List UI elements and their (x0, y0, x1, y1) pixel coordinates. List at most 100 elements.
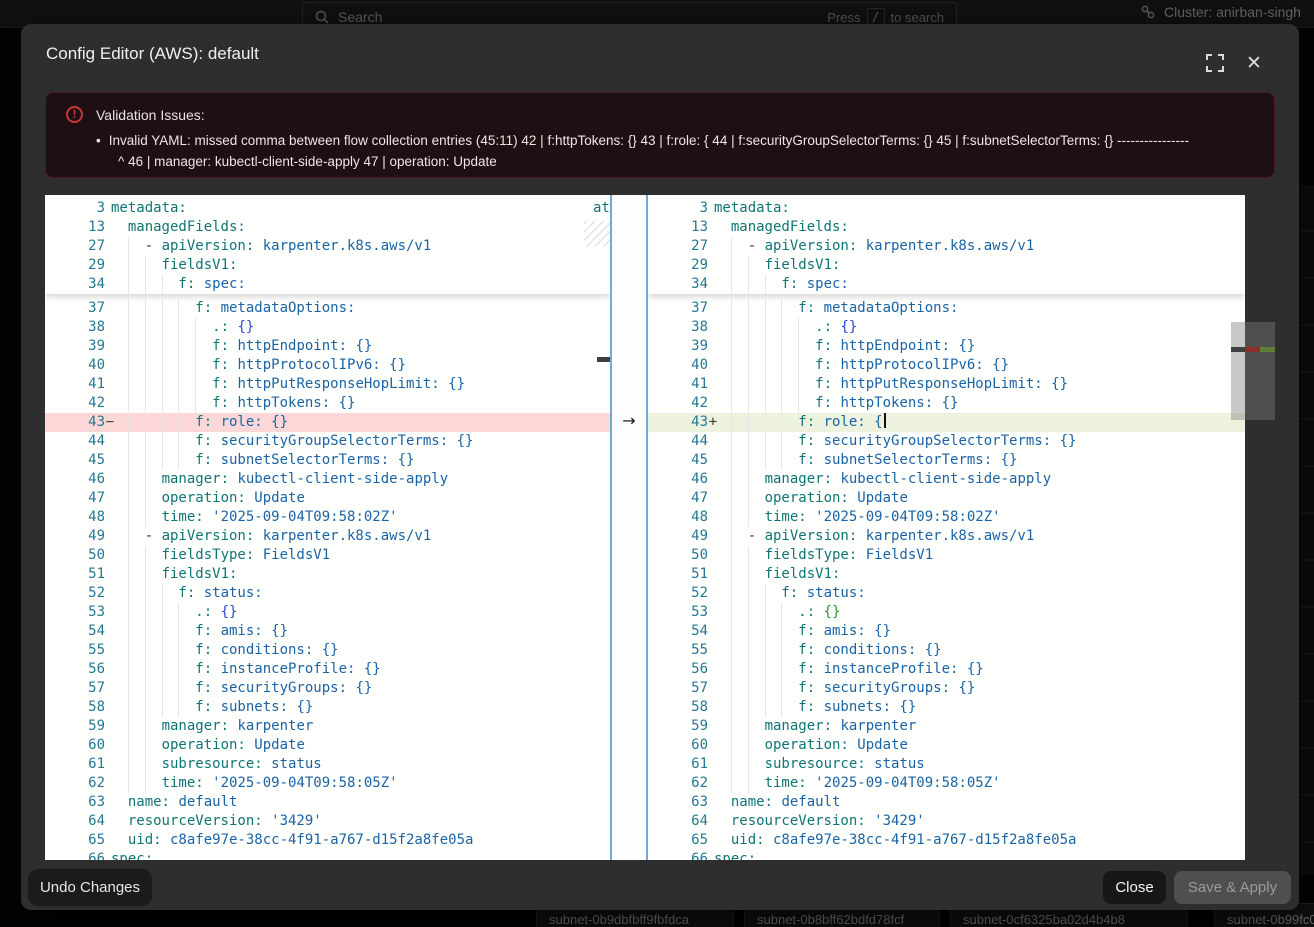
line-number[interactable]: 45 (45, 451, 111, 470)
line-number[interactable]: 39 (45, 337, 111, 356)
line-number[interactable]: 62 (45, 774, 111, 793)
code-line[interactable]: 49- apiVersion: karpenter.k8s.aws/v1 (648, 527, 1245, 546)
sticky-scroll-header[interactable]: 3metadata:13managedFields:27- apiVersion… (648, 199, 1245, 294)
code-line[interactable]: 55f: conditions: {} (45, 641, 610, 660)
line-number[interactable]: 61 (648, 755, 714, 774)
line-number[interactable]: 49 (648, 527, 714, 546)
code-line[interactable]: 52f: status: (45, 584, 610, 603)
line-number[interactable]: 40 (648, 356, 714, 375)
code-line[interactable]: 64resourceVersion: '3429' (45, 812, 610, 831)
right-code-body[interactable]: 37f: metadataOptions:38.: {}39f: httpEnd… (648, 299, 1245, 860)
code-line[interactable]: 13managedFields: (648, 218, 1245, 237)
code-line[interactable]: 56f: instanceProfile: {} (648, 660, 1245, 679)
line-number[interactable]: 34 (45, 275, 111, 294)
line-number[interactable]: 59 (45, 717, 111, 736)
original-pane[interactable]: at 3metadata:13managedFields:27- apiVers… (45, 195, 610, 860)
line-number[interactable]: 58 (648, 698, 714, 717)
line-number[interactable]: 38 (648, 318, 714, 337)
code-line[interactable]: 46manager: kubectl-client-side-apply (45, 470, 610, 489)
line-number[interactable]: 64 (45, 812, 111, 831)
line-number[interactable]: 39 (648, 337, 714, 356)
code-line[interactable]: 63name: default (45, 793, 610, 812)
line-number[interactable]: 42 (648, 394, 714, 413)
code-line[interactable]: 44f: securityGroupSelectorTerms: {} (648, 432, 1245, 451)
code-line[interactable]: 27- apiVersion: karpenter.k8s.aws/v1 (45, 237, 610, 256)
line-number[interactable]: 49 (45, 527, 111, 546)
code-line[interactable]: 65uid: c8afe97e-38cc-4f91-a767-d15f2a8fe… (648, 831, 1245, 850)
code-line[interactable]: 42f: httpTokens: {} (45, 394, 610, 413)
line-number[interactable]: 57 (648, 679, 714, 698)
code-line[interactable]: 58f: subnets: {} (45, 698, 610, 717)
line-number[interactable]: 54 (45, 622, 111, 641)
line-number[interactable]: 57 (45, 679, 111, 698)
code-line[interactable]: 27- apiVersion: karpenter.k8s.aws/v1 (648, 237, 1245, 256)
code-line[interactable]: 46manager: kubectl-client-side-apply (648, 470, 1245, 489)
code-line[interactable]: 56f: instanceProfile: {} (45, 660, 610, 679)
line-number[interactable]: 53 (648, 603, 714, 622)
line-number[interactable]: 63 (648, 793, 714, 812)
line-number[interactable]: 65 (648, 831, 714, 850)
code-line[interactable]: 62time: '2025-09-04T09:58:05Z' (648, 774, 1245, 793)
line-number[interactable]: 61 (45, 755, 111, 774)
line-number[interactable]: 60 (45, 736, 111, 755)
code-line[interactable]: 42f: httpTokens: {} (648, 394, 1245, 413)
line-number[interactable]: 48 (648, 508, 714, 527)
line-number[interactable]: 52 (45, 584, 111, 603)
line-number[interactable]: 56 (648, 660, 714, 679)
line-number[interactable]: 43+ (648, 413, 714, 432)
code-line[interactable]: 41f: httpPutResponseHopLimit: {} (648, 375, 1245, 394)
line-number[interactable]: 50 (45, 546, 111, 565)
code-line[interactable]: 60operation: Update (45, 736, 610, 755)
sticky-scroll-header[interactable]: 3metadata:13managedFields:27- apiVersion… (45, 199, 610, 294)
code-line[interactable]: 49- apiVersion: karpenter.k8s.aws/v1 (45, 527, 610, 546)
code-line[interactable]: 41f: httpPutResponseHopLimit: {} (45, 375, 610, 394)
code-line[interactable]: 61subresource: status (45, 755, 610, 774)
code-line[interactable]: 54f: amis: {} (648, 622, 1245, 641)
line-number[interactable]: 41 (648, 375, 714, 394)
code-line[interactable]: 53.: {} (45, 603, 610, 622)
code-line[interactable]: 44f: securityGroupSelectorTerms: {} (45, 432, 610, 451)
diff-editor[interactable]: at 3metadata:13managedFields:27- apiVers… (45, 195, 1245, 860)
code-line[interactable]: 39f: httpEndpoint: {} (45, 337, 610, 356)
code-line[interactable]: 38.: {} (45, 318, 610, 337)
close-icon[interactable]: ✕ (1243, 52, 1265, 74)
line-number[interactable]: 3 (45, 199, 111, 218)
line-number[interactable]: 66 (45, 850, 111, 860)
code-line[interactable]: 43+f: role: { (648, 413, 1245, 432)
code-line[interactable]: 51fieldsV1: (45, 565, 610, 584)
close-button[interactable]: Close (1103, 871, 1166, 904)
undo-changes-button[interactable]: Undo Changes (28, 869, 152, 906)
code-line[interactable]: 55f: conditions: {} (648, 641, 1245, 660)
line-number[interactable]: 66 (648, 850, 714, 860)
code-line[interactable]: 47operation: Update (45, 489, 610, 508)
line-number[interactable]: 40 (45, 356, 111, 375)
line-number[interactable]: 42 (45, 394, 111, 413)
line-number[interactable]: 47 (45, 489, 111, 508)
code-line[interactable]: 43−f: role: {} (45, 413, 610, 432)
code-line[interactable]: 37f: metadataOptions: (45, 299, 610, 318)
code-line[interactable]: 52f: status: (648, 584, 1245, 603)
code-line[interactable]: 48time: '2025-09-04T09:58:02Z' (648, 508, 1245, 527)
line-number[interactable]: 45 (648, 451, 714, 470)
code-line[interactable]: 48time: '2025-09-04T09:58:02Z' (45, 508, 610, 527)
line-number[interactable]: 52 (648, 584, 714, 603)
code-line[interactable]: 3metadata: (648, 199, 1245, 218)
line-number[interactable]: 48 (45, 508, 111, 527)
code-line[interactable]: 60operation: Update (648, 736, 1245, 755)
line-number[interactable]: 55 (45, 641, 111, 660)
code-line[interactable]: 57f: securityGroups: {} (45, 679, 610, 698)
line-number[interactable]: 46 (648, 470, 714, 489)
code-line[interactable]: 57f: securityGroups: {} (648, 679, 1245, 698)
code-line[interactable]: 50fieldsType: FieldsV1 (45, 546, 610, 565)
code-line[interactable]: 66spec: (45, 850, 610, 860)
line-number[interactable]: 56 (45, 660, 111, 679)
code-line[interactable]: 59manager: karpenter (45, 717, 610, 736)
line-number[interactable]: 13 (45, 218, 111, 237)
code-line[interactable]: 13managedFields: (45, 218, 610, 237)
line-number[interactable]: 46 (45, 470, 111, 489)
line-number[interactable]: 59 (648, 717, 714, 736)
line-number[interactable]: 54 (648, 622, 714, 641)
revert-change-arrow[interactable]: → (622, 411, 635, 430)
line-number[interactable]: 64 (648, 812, 714, 831)
line-number[interactable]: 29 (648, 256, 714, 275)
